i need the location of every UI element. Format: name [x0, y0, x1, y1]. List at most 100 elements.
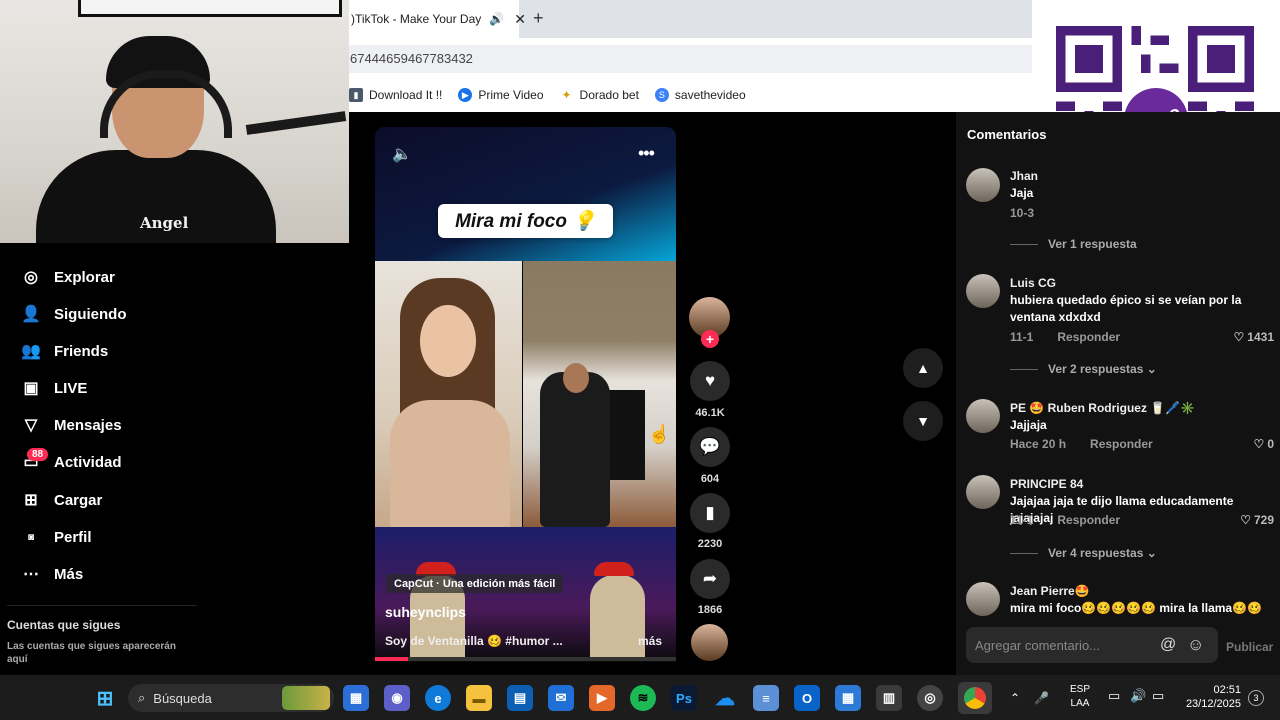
media-player-icon[interactable]: ▶	[589, 685, 615, 711]
onedrive-icon[interactable]: ☁	[712, 685, 738, 711]
following-title: Cuentas que sigues	[7, 618, 121, 632]
windows-start-icon[interactable]: ⊞	[92, 685, 118, 711]
publish-button[interactable]: Publicar	[1226, 640, 1273, 654]
video-progress-fill	[375, 657, 409, 661]
sidebar-item-cargar[interactable]: ⊞ Cargar	[20, 489, 102, 511]
shirt-text: Angel	[140, 214, 189, 232]
meet-icon[interactable]: ◉	[384, 685, 410, 711]
sidebar-item-friends[interactable]: 👥 Friends	[20, 340, 108, 362]
bookmark-prime-video[interactable]: ▶ Prime Video	[458, 88, 544, 102]
photoshop-icon[interactable]: Ps	[671, 685, 697, 711]
calculator-icon[interactable]: ▥	[876, 685, 902, 711]
follow-plus-icon[interactable]: +	[701, 330, 719, 348]
tab-title: )TikTok - Make Your Day	[351, 12, 482, 26]
reply-button[interactable]: Responder	[1057, 513, 1120, 527]
avatar[interactable]	[966, 582, 1000, 616]
close-tab-icon[interactable]: ✕	[514, 11, 526, 28]
mic-arm	[245, 111, 347, 135]
sidebar-item-label: LIVE	[54, 379, 88, 397]
calendar-icon[interactable]: ▦	[835, 685, 861, 711]
sidebar-item-mensajes[interactable]: ▽ Mensajes	[20, 414, 122, 436]
mail-icon[interactable]: ✉	[548, 685, 574, 711]
search-label: Búsqueda	[153, 690, 212, 706]
system-tray: ⌃ 🎤	[1010, 682, 1049, 714]
comment-like[interactable]: ♡ 1431	[1234, 330, 1274, 344]
view-replies[interactable]: Ver 4 respuestas ⌄	[1010, 546, 1157, 560]
comment-like[interactable]: ♡ 729	[1240, 513, 1274, 527]
save-button[interactable]: ▮	[690, 493, 730, 533]
view-replies[interactable]: Ver 2 respuestas ⌄	[1010, 362, 1157, 376]
browser-tab[interactable]: )TikTok - Make Your Day 🔊 ✕	[349, 0, 526, 38]
file-explorer-icon[interactable]: ▬	[466, 685, 492, 711]
avatar[interactable]	[966, 274, 1000, 308]
comment-icon: 💬	[699, 437, 721, 456]
sidebar-item-live[interactable]: ▣ LIVE	[20, 377, 87, 399]
avatar[interactable]	[966, 399, 1000, 433]
comment-input[interactable]: Agregar comentario...	[966, 627, 1218, 663]
like-count: 46.1K	[695, 407, 725, 419]
hand-cursor-icon: ☝	[648, 424, 671, 444]
capcut-tag[interactable]: CapCut · Una edición más fácil	[386, 574, 564, 593]
speaker-icon[interactable]: 🔊	[489, 12, 504, 26]
store-icon[interactable]: ▤	[507, 685, 533, 711]
previous-video-button[interactable]: ▲	[903, 348, 943, 388]
sidebar-item-mas[interactable]: ⋯ Más	[20, 563, 83, 585]
emoji-icon[interactable]: ☺	[1187, 635, 1204, 655]
battery-icon[interactable]: ▭	[1152, 688, 1164, 704]
comment-user[interactable]: PE 🤩 Ruben Rodriguez 🥛🖊️✳️	[1010, 401, 1195, 415]
comment-button[interactable]: 💬	[690, 427, 730, 467]
sound-avatar[interactable]	[691, 624, 728, 661]
microphone-icon[interactable]: 🎤	[1034, 691, 1049, 705]
url-input[interactable]: 67444659467783432	[349, 45, 1032, 73]
reply-button[interactable]: Responder	[1057, 330, 1120, 344]
comment-user[interactable]: Luis CG	[1010, 276, 1056, 290]
notification-badge[interactable]: 3	[1248, 690, 1264, 706]
bookmark-download-it[interactable]: ▮ Download It !!	[349, 88, 442, 102]
sidebar-item-explorar[interactable]: ◎ Explorar	[20, 266, 115, 288]
reply-button[interactable]: Responder	[1090, 437, 1153, 451]
bookmark-savethevideo[interactable]: S savethevideo	[654, 88, 746, 102]
comment-text: Jaja	[1010, 186, 1034, 200]
volume-icon[interactable]: 🔈	[392, 144, 412, 164]
display-icon[interactable]: ▭	[1108, 688, 1120, 704]
obs-icon[interactable]: ◎	[917, 685, 943, 711]
next-video-button[interactable]: ▼	[903, 401, 943, 441]
comment-user[interactable]: PRINCIPE 84	[1010, 477, 1083, 491]
comment-like[interactable]: ♡ 0	[1254, 437, 1274, 451]
mention-icon[interactable]: @	[1160, 636, 1176, 654]
task-view-icon[interactable]: ▦	[343, 685, 369, 711]
like-button[interactable]: ♥	[690, 361, 730, 401]
search-icon: ⌕	[138, 690, 146, 705]
chrome-taskbar-button[interactable]	[958, 682, 992, 714]
weather-widget-icon[interactable]	[282, 686, 330, 710]
video-description: Soy de Ventanilla 🥴 #humor ...	[385, 634, 563, 648]
edge-icon[interactable]: e	[425, 685, 451, 711]
notepad-icon[interactable]: ≡	[753, 685, 779, 711]
clock[interactable]: 02:51 23/12/2025	[1183, 683, 1241, 711]
star-icon: ✦	[561, 88, 572, 102]
more-options-icon[interactable]: •••	[638, 143, 655, 164]
language-indicator[interactable]: ESP LAA	[1070, 683, 1090, 711]
sidebar-item-label: Explorar	[54, 268, 115, 286]
comment-user[interactable]: Jean Pierre🤩	[1010, 584, 1090, 598]
outlook-icon[interactable]: O	[794, 685, 820, 711]
more-link[interactable]: más	[638, 634, 662, 648]
bookmark-dorado-bet[interactable]: ✦ Dorado bet	[560, 88, 639, 102]
chevron-down-icon: ▼	[916, 413, 930, 429]
comment-user[interactable]: Jhan	[1010, 169, 1038, 183]
video-progress-track[interactable]	[375, 657, 676, 661]
avatar[interactable]	[966, 168, 1000, 202]
comment-text: Jajjaja	[1010, 418, 1047, 432]
bookmark-icon: ▮	[349, 88, 363, 102]
volume-icon[interactable]: 🔊	[1130, 688, 1146, 704]
share-button[interactable]: ➦	[690, 559, 730, 599]
sidebar-item-perfil[interactable]: ◙ Perfil	[20, 526, 92, 548]
avatar[interactable]	[966, 475, 1000, 509]
new-tab-icon[interactable]: +	[533, 8, 544, 29]
llama-right	[590, 575, 645, 660]
video-author[interactable]: suheynclips	[385, 604, 466, 620]
spotify-icon[interactable]: ≋	[630, 685, 656, 711]
sidebar-item-siguiendo[interactable]: 👤 Siguiendo	[20, 303, 126, 325]
view-replies[interactable]: Ver 1 respuesta	[1010, 237, 1137, 251]
chevron-up-icon[interactable]: ⌃	[1010, 691, 1020, 705]
